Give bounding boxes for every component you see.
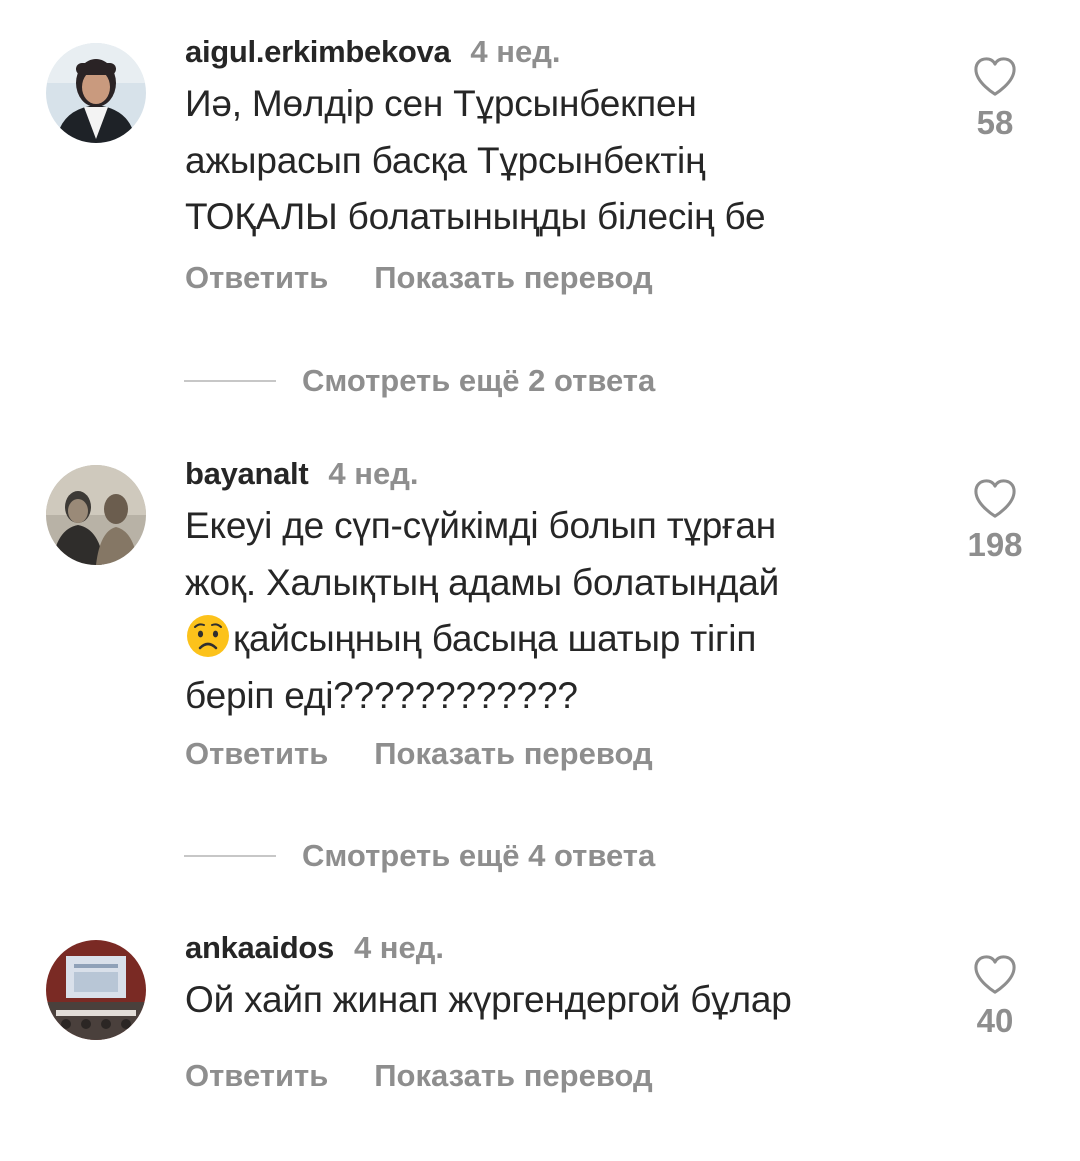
like-control[interactable]: 58 [935,56,1055,142]
comment-text: Иә, Мөлдір сен Тұрсынбекпен ажырасып бас… [185,76,925,246]
divider-line [184,855,276,857]
comment-header: bayanalt 4 нед. [185,450,418,498]
comment-time: 4 нед. [328,456,419,491]
avatar-photo-conference [46,940,146,1040]
comment-actions: Ответить Показать перевод [185,1056,653,1096]
username[interactable]: aigul.erkimbekova [185,34,451,70]
avatar[interactable] [46,465,146,565]
avatar-photo-couple [46,465,146,565]
comment-line: ТОҚАЛЫ болатыныңды білесің бе [185,196,766,237]
comment-line-text: қайсыңның басыңа шатыр тігіп [233,618,757,659]
username[interactable]: bayanalt [185,456,309,492]
avatar-photo-woman [46,43,146,143]
view-more-replies-label[interactable]: Смотреть ещё 2 ответа [302,363,655,399]
reply-button[interactable]: Ответить [185,736,328,772]
comment-line: ажырасып басқа Тұрсынбектің [185,139,706,181]
comment-line: Ой хайп жинап жүргендергой бұлар [185,979,792,1020]
view-more-replies[interactable]: Смотреть ещё 4 ответа [184,836,655,876]
view-more-replies[interactable]: Смотреть ещё 2 ответа [184,361,655,401]
comment-time: 4 нед. [470,34,561,69]
comment-line: Иә, Мөлдір сен Тұрсынбекпен [185,83,697,124]
comment-header: ankaaidos 4 нед. [185,924,444,972]
show-translation-button[interactable]: Показать перевод [374,1058,652,1094]
comment-text: Екеуі де сүп-сүйкімді болып тұрған жоқ. … [185,498,925,724]
comment-header: aigul.erkimbekova 4 нед. [185,28,561,76]
comment-line: беріп еді???????????? [185,674,578,716]
comment-text: Ой хайп жинап жүргендергой бұлар [185,972,925,1029]
view-more-replies-label[interactable]: Смотреть ещё 4 ответа [302,838,655,874]
like-count: 58 [976,104,1014,141]
show-translation-button[interactable]: Показать перевод [374,260,652,296]
comment-actions: Ответить Показать перевод [185,258,653,298]
comment-line: жоқ. Халықтың адамы болатындай [185,561,780,603]
heart-outline-icon[interactable] [972,478,1018,520]
worried-face-icon [185,613,231,659]
like-control[interactable]: 198 [935,478,1055,564]
like-control[interactable]: 40 [935,954,1055,1040]
avatar[interactable] [46,940,146,1040]
divider-line [184,380,276,382]
avatar[interactable] [46,43,146,143]
reply-button[interactable]: Ответить [185,1058,328,1094]
show-translation-button[interactable]: Показать перевод [374,736,652,772]
comment-line: Екеуі де сүп-сүйкімді болып тұрған [185,505,777,546]
like-count: 198 [967,526,1023,563]
like-count: 40 [976,1002,1014,1039]
reply-button[interactable]: Ответить [185,260,328,296]
comment-line: қайсыңның басыңа шатыр тігіп [185,611,925,668]
heart-outline-icon[interactable] [972,56,1018,98]
comment-actions: Ответить Показать перевод [185,734,653,774]
heart-outline-icon[interactable] [972,954,1018,996]
username[interactable]: ankaaidos [185,930,334,966]
comment-time: 4 нед. [353,930,445,965]
